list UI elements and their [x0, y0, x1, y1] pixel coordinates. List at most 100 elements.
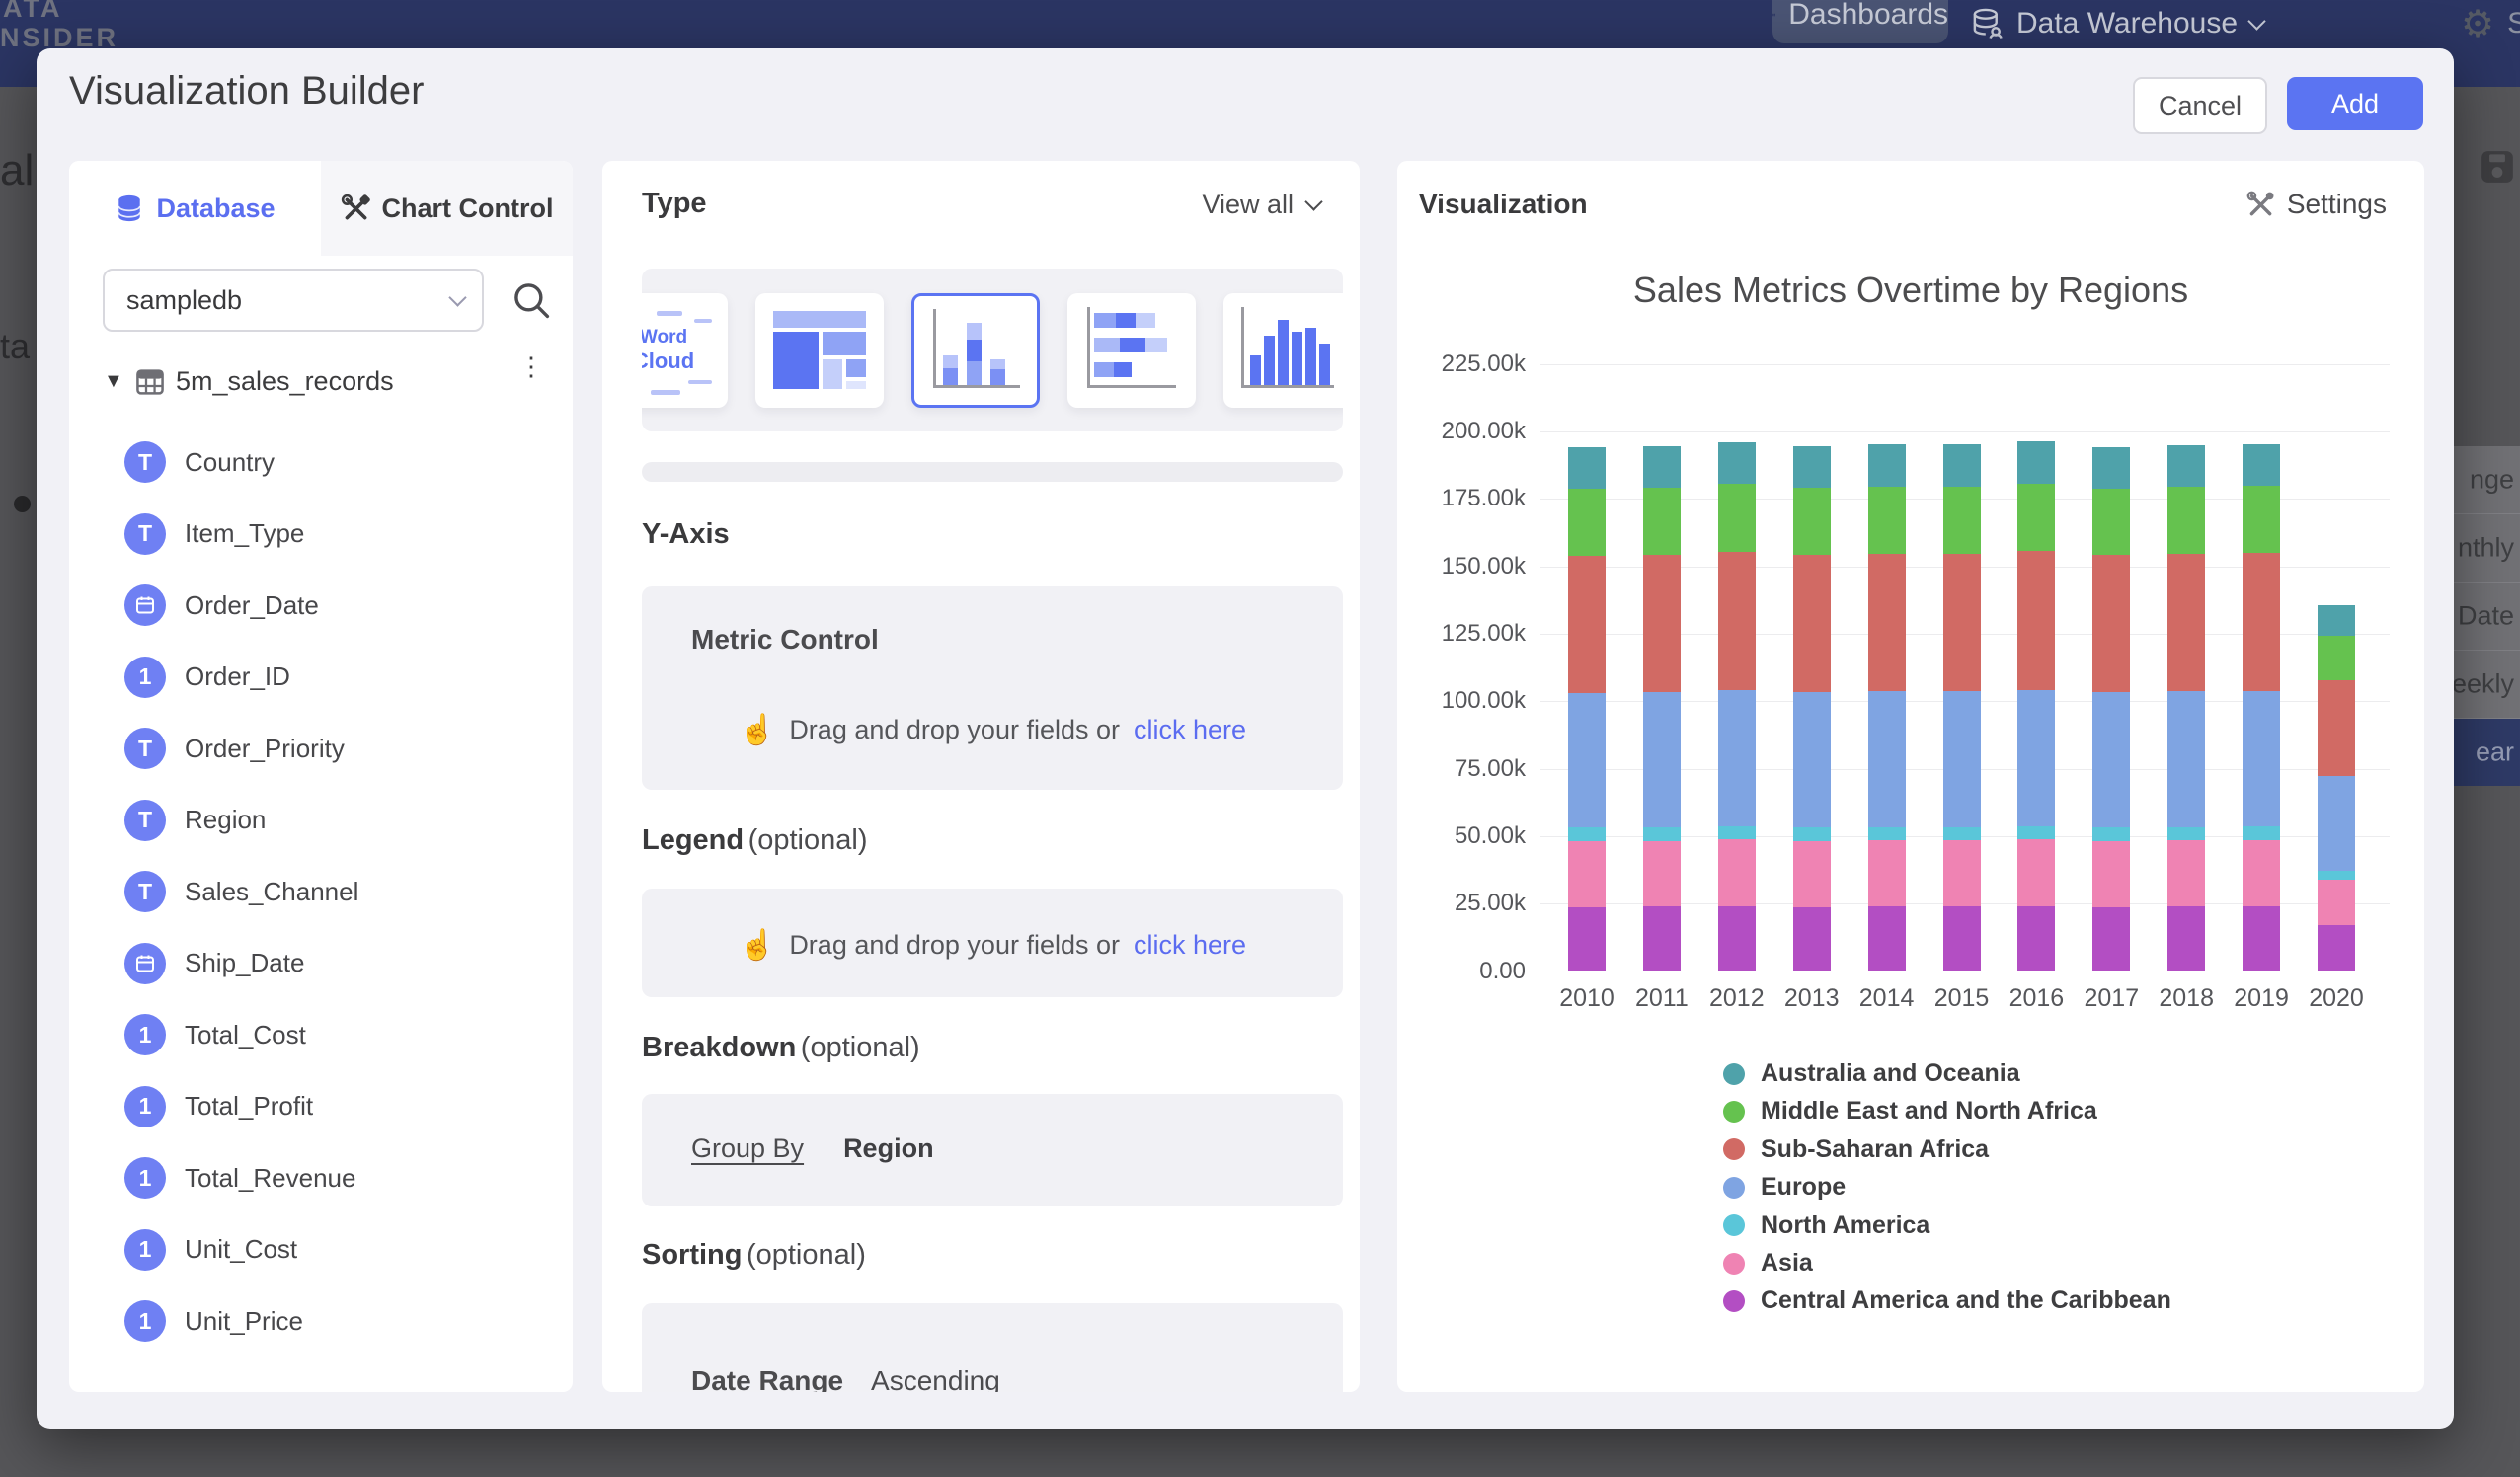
field-label: Total_Revenue [185, 1163, 355, 1194]
legend-section-heading: Legend (optional) [642, 824, 867, 857]
bar-segment-2016-middle-east-and-north-africa [2017, 484, 2055, 552]
table-name: 5m_sales_records [176, 366, 394, 397]
field-item-order_priority[interactable]: TOrder_Priority [124, 728, 345, 769]
field-label: Order_Date [185, 590, 319, 621]
dimmed-dropdown-item-selected[interactable]: ear [2454, 719, 2520, 786]
nav-item-dashboards[interactable]: Dashboards [1772, 0, 1948, 43]
search-icon[interactable] [511, 279, 552, 321]
group-by-row[interactable]: Group By Region [691, 1133, 934, 1164]
field-item-total_revenue[interactable]: 1Total_Revenue [124, 1157, 355, 1199]
legend-drop-row: ☝ Drag and drop your fields or click her… [642, 928, 1343, 963]
chart-type-card-stacked-column-selected[interactable] [911, 293, 1040, 408]
legend-item-central-america-and-the-caribbean[interactable]: Central America and the Caribbean [1723, 1286, 2171, 1315]
gridline [1540, 364, 2390, 365]
caret-expanded-icon[interactable]: ▼ [104, 370, 123, 393]
nav-item-settings[interactable]: ⚙ Settin [2461, 2, 2520, 45]
legend-item-middle-east-and-north-africa[interactable]: Middle East and North Africa [1723, 1097, 2097, 1126]
bar-segment-2011-asia [1643, 841, 1681, 907]
field-label: Order_Priority [185, 734, 345, 764]
dimmed-dropdown-item[interactable]: nge [2454, 446, 2520, 514]
number-field-icon: 1 [124, 1300, 166, 1342]
bar-segment-2018-north-america [2167, 827, 2205, 840]
field-label: Total_Cost [185, 1020, 306, 1050]
tab-database[interactable]: Database [69, 161, 321, 256]
chart-type-card-word-cloud[interactable]: Word Cloud [642, 293, 728, 408]
field-label: Order_ID [185, 661, 290, 692]
text-field-icon: T [124, 800, 166, 841]
field-item-country[interactable]: TCountry [124, 441, 275, 483]
database-sidebar: Database Chart Control sampledb [69, 161, 573, 1392]
legend-label: Australia and Oceania [1761, 1059, 2020, 1088]
bar-segment-2018-europe [2167, 691, 2205, 826]
kebab-menu-icon[interactable]: ⋮ [518, 358, 544, 374]
y-axis-tick-label: 175.00k [1417, 485, 1526, 512]
legend-item-australia-and-oceania[interactable]: Australia and Oceania [1723, 1059, 2020, 1088]
dimmed-dropdown-item-label: k Date [2454, 601, 2514, 632]
bar-segment-2015-middle-east-and-north-africa [1943, 487, 1981, 554]
view-all-dropdown[interactable]: View all [1202, 190, 1320, 220]
legend-item-north-america[interactable]: North America [1723, 1211, 1929, 1240]
y-axis-tick-label: 100.00k [1417, 687, 1526, 715]
dimmed-dropdown-item[interactable]: k Date [2454, 583, 2520, 651]
legend-label: Sub-Saharan Africa [1761, 1135, 1989, 1164]
breakdown-card: Group By Region [642, 1094, 1343, 1206]
nav-item-data-warehouse[interactable]: Data Warehouse [1970, 2, 2263, 45]
field-item-order_date[interactable]: Order_Date [124, 584, 319, 626]
field-item-total_cost[interactable]: 1 Total_Cost [124, 1014, 306, 1055]
number-field-icon: 1 [124, 1086, 166, 1127]
field-item-total_profit[interactable]: 1Total_Profit [124, 1086, 313, 1127]
legend-label: North America [1761, 1211, 1929, 1240]
metric-control-dropzone: Metric Control ☝ Drag and drop your fiel… [642, 586, 1343, 790]
table-tree-row[interactable]: ▼ 5m_sales_records ⋮ [69, 356, 573, 412]
field-label: Unit_Price [185, 1306, 303, 1337]
dimmed-dropdown-item[interactable]: eekly [2454, 651, 2520, 719]
text-field-icon: T [124, 871, 166, 912]
database-select-value: sampledb [126, 285, 242, 316]
date-field-icon [124, 943, 166, 984]
add-button[interactable]: Add [2287, 77, 2423, 130]
y-axis-tick-label: 200.00k [1417, 418, 1526, 445]
settings-button[interactable]: Settings [2245, 189, 2387, 220]
tab-chart-control[interactable]: Chart Control [321, 161, 573, 256]
sorting-row[interactable]: Date Range Ascending [691, 1365, 1000, 1392]
legend-dot [1723, 1214, 1745, 1236]
legend-item-europe[interactable]: Europe [1723, 1173, 1846, 1202]
click-here-link[interactable]: click here [1134, 715, 1246, 745]
legend-label: Asia [1761, 1249, 1813, 1278]
chart-type-card-treemap[interactable] [755, 293, 884, 408]
field-item-unit_price[interactable]: 1 Unit_Price [124, 1300, 303, 1342]
bar-segment-2020-sub-saharan-africa [2318, 680, 2355, 776]
bar-segment-2016-central-america-and-the-caribbean [2017, 906, 2055, 972]
number-field-icon: 1 [124, 1014, 166, 1055]
bar-segment-2013-central-america-and-the-caribbean [1793, 907, 1831, 972]
cancel-button[interactable]: Cancel [2133, 77, 2267, 134]
chart-type-card-stacked-bar[interactable] [1067, 293, 1196, 408]
chart-type-card-column[interactable] [1223, 293, 1343, 408]
y-axis-tick-label: 125.00k [1417, 620, 1526, 648]
horizontal-scrollbar[interactable] [642, 462, 1343, 482]
database-select[interactable]: sampledb [103, 269, 484, 332]
field-item-sales_channel[interactable]: TSales_Channel [124, 871, 358, 912]
y-axis-tick-label: 25.00k [1417, 890, 1526, 917]
bar-segment-2017-central-america-and-the-caribbean [2092, 907, 2130, 972]
legend-dropzone: ☝ Drag and drop your fields or click her… [642, 889, 1343, 997]
legend-item-sub-saharan-africa[interactable]: Sub-Saharan Africa [1723, 1135, 1989, 1164]
field-item-ship_date[interactable]: Ship_Date [124, 943, 304, 984]
bar-segment-2011-europe [1643, 692, 1681, 827]
metric-drop-row: ☝ Drag and drop your fields or click her… [642, 713, 1343, 747]
bar-segment-2013-north-america [1793, 827, 1831, 840]
dimmed-dropdown-item[interactable]: nthly [2454, 514, 2520, 583]
click-here-link[interactable]: click here [1134, 930, 1246, 961]
field-item-item_type[interactable]: TItem_Type [124, 513, 304, 555]
bar-segment-2013-asia [1793, 841, 1831, 907]
field-item-unit_cost[interactable]: 1Unit_Cost [124, 1229, 297, 1271]
chart-title: Sales Metrics Overtime by Regions [1397, 270, 2424, 311]
field-item-order_id[interactable]: 1Order_ID [124, 657, 290, 698]
field-label: Unit_Cost [185, 1234, 297, 1265]
group-by-label: Group By [691, 1133, 804, 1164]
legend-label: Central America and the Caribbean [1761, 1286, 2171, 1315]
legend-label: Europe [1761, 1173, 1846, 1202]
legend-item-asia[interactable]: Asia [1723, 1249, 1813, 1278]
field-item-region[interactable]: TRegion [124, 800, 266, 841]
bar-segment-2014-north-america [1868, 827, 1906, 840]
